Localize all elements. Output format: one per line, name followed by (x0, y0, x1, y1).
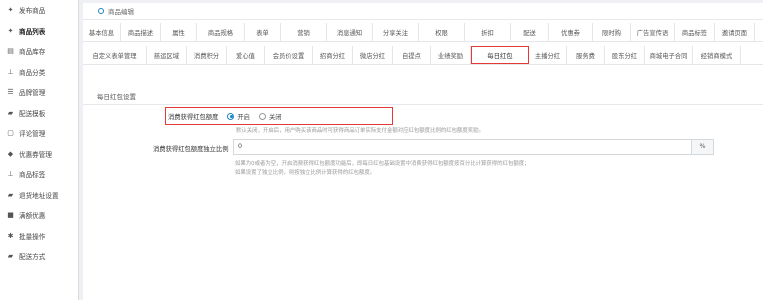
section-title: 每日红包设置 (97, 93, 136, 101)
tab[interactable]: 服务 (755, 23, 763, 41)
tab[interactable]: 商品描述 (121, 23, 161, 41)
sitemap-icon: ⊥ (7, 67, 14, 76)
handshake-icon: ✦ (7, 6, 14, 15)
gear-icon: ✱ (7, 231, 14, 240)
sidebar-item[interactable]: ▤ 商品库存 (0, 41, 78, 62)
radio-disable[interactable]: 关闭 (258, 112, 282, 121)
tab[interactable]: 自提点 (393, 46, 431, 64)
tab[interactable]: 分享关注 (373, 23, 419, 41)
tab[interactable]: 商城电子合同 (645, 46, 693, 64)
red-packet-toggle-row: 消费获得红包额度 开启 关闭 (165, 107, 393, 125)
tab[interactable]: 主播分红 (529, 46, 567, 64)
tab[interactable]: 优惠券 (549, 23, 593, 41)
breadcrumb: 商品编辑 (83, 3, 763, 20)
tab[interactable]: 招商分红 (313, 46, 353, 64)
sitemap-icon: ⊥ (7, 170, 14, 179)
sidebar-item-label: 评论管理 (19, 130, 46, 139)
sidebar-item-label: 满额优惠 (19, 212, 46, 221)
sidebar-item[interactable]: ⊥ 商品标签 (0, 164, 78, 185)
sidebar-item[interactable]: ■ 满额优惠 (0, 205, 78, 226)
sidebar-item-label: 配送模板 (19, 109, 46, 118)
sidebar-item[interactable]: ◆ 优惠券管理 (0, 144, 78, 165)
sidebar: ✦ 发布商品 ✦ 商品列表 ▤ 商品库存 ⊥ 商品分类 ☰ 品牌管理 ▰ 配送模板 ▢ 评论管理 ◆ 优惠券管… (0, 0, 79, 300)
sidebar-item[interactable]: ▰ 配送模板 (0, 103, 78, 124)
sidebar-item[interactable]: ✱ 批量操作 (0, 226, 78, 247)
radio-enable[interactable]: 开启 (227, 112, 250, 121)
tab[interactable]: 会员价设置 (265, 46, 313, 64)
tab[interactable]: 商品规格 (197, 23, 245, 41)
ratio-label: 消费获得红包额度独立比例 (153, 146, 229, 153)
tab[interactable]: 邀请页面 (715, 23, 755, 41)
tab[interactable]: 消息通知 (327, 23, 373, 41)
tab[interactable]: 股东分红 (605, 46, 645, 64)
ratio-help-line-2: 如果设置了独立比例，则按独立比例计算获得的红包额度。 (235, 170, 376, 176)
breadcrumb-label: 商品编辑 (108, 8, 134, 16)
tab[interactable]: 消费积分 (187, 46, 227, 64)
radio-enable-dot[interactable] (227, 112, 235, 120)
tab[interactable]: 属性 (161, 23, 197, 41)
sidebar-item[interactable]: ▢ 评论管理 (0, 123, 78, 144)
clipboard-icon: ▤ (7, 47, 14, 56)
sidebar-item-label: 配送方式 (19, 253, 46, 262)
tab[interactable]: 业绩奖励 (431, 46, 471, 64)
sidebar-item-label: 发布商品 (19, 7, 46, 16)
tab[interactable]: 限时购 (593, 23, 631, 41)
handshake-icon: ✦ (7, 26, 14, 35)
sidebar-item-label: 商品标签 (19, 171, 46, 180)
red-packet-toggle-label: 消费获得红包额度 (168, 113, 219, 121)
gift-icon: ■ (7, 211, 14, 220)
list-icon: ☰ (7, 88, 14, 97)
main-panel: 商品编辑 基本信息 商品描述 属性 商品规格 表单 营销 消息通知 分享关注 权限 折扣 配送 优惠券… (83, 3, 763, 300)
sidebar-item-label: 退货地址设置 (19, 191, 59, 200)
sidebar-item[interactable]: ▰ 配送方式 (0, 246, 78, 267)
tag-icon: ◆ (7, 149, 14, 158)
ratio-help-line-1: 如果为0或者为空，开启消费获得红包额度功能后，即每日红包基础设置中消费获得红包额… (235, 161, 530, 167)
tab[interactable]: 权限 (419, 23, 465, 41)
tab[interactable]: 自定义表单管理 (83, 46, 147, 64)
sidebar-item-label: 商品列表 (19, 27, 46, 36)
tab[interactable]: 经销商模式 (693, 46, 741, 64)
sidebar-item[interactable]: ✦ 商品列表 (0, 21, 78, 42)
sidebar-item-label: 批量操作 (19, 232, 46, 241)
radio-disable-dot[interactable] (258, 112, 266, 120)
sidebar-item-label: 商品库存 (19, 48, 46, 57)
divider (83, 104, 763, 105)
radio-disable-label: 关闭 (268, 113, 282, 121)
tab[interactable]: 慈运区域 (147, 46, 187, 64)
tab[interactable]: 表单 (245, 23, 281, 41)
sidebar-item-label: 优惠券管理 (19, 150, 52, 159)
sidebar-item[interactable]: ☰ 品牌管理 (0, 82, 78, 103)
sidebar-item-label: 品牌管理 (19, 89, 46, 98)
radio-enable-label: 开启 (237, 113, 250, 121)
sidebar-item[interactable]: ✦ 发布商品 (0, 0, 78, 21)
sidebar-item[interactable]: ⊥ 商品分类 (0, 62, 78, 83)
tab[interactable]: 基本信息 (83, 23, 121, 41)
tab[interactable]: 商品标签 (675, 23, 715, 41)
sidebar-item-label: 商品分类 (19, 68, 46, 77)
ratio-help-text: 如果为0或者为空，开启消费获得红包额度功能后，即每日红包基础设置中消费获得红包额… (235, 160, 530, 178)
tab-bar-primary: 基本信息 商品描述 属性 商品规格 表单 营销 消息通知 分享关注 权限 折扣 配送 优惠券 限时购 广告… (83, 23, 763, 42)
percent-unit: % (692, 139, 714, 155)
tab[interactable]: 爱心值 (227, 46, 265, 64)
ratio-input[interactable]: 0 (233, 139, 692, 155)
tab[interactable]: 营销 (281, 23, 327, 41)
truck-icon: ▰ (7, 252, 14, 261)
toggle-help-text: 默认关闭，开启后，用户购买该商品时可获得商品订单实际支付金额对应红包额度比例的红… (236, 128, 484, 134)
tab[interactable]: 服务费 (567, 46, 605, 64)
tab[interactable]: 折扣 (465, 23, 511, 41)
tab[interactable]: 配送 (511, 23, 549, 41)
comment-icon: ▢ (7, 129, 14, 138)
tab[interactable]: 每日红包 (471, 46, 529, 64)
circle-icon (98, 8, 104, 14)
tab-bar-secondary: 自定义表单管理 慈运区域 消费积分 爱心值 会员价设置 招商分红 微店分红 自提点 业绩奖励 每日… (83, 46, 763, 65)
truck-icon: ▰ (7, 190, 14, 199)
truck-icon: ▰ (7, 108, 14, 117)
tab[interactable]: 微店分红 (353, 46, 393, 64)
sidebar-item[interactable]: ▰ 退货地址设置 (0, 185, 78, 206)
tab[interactable]: 广告宣传语 (631, 23, 675, 41)
